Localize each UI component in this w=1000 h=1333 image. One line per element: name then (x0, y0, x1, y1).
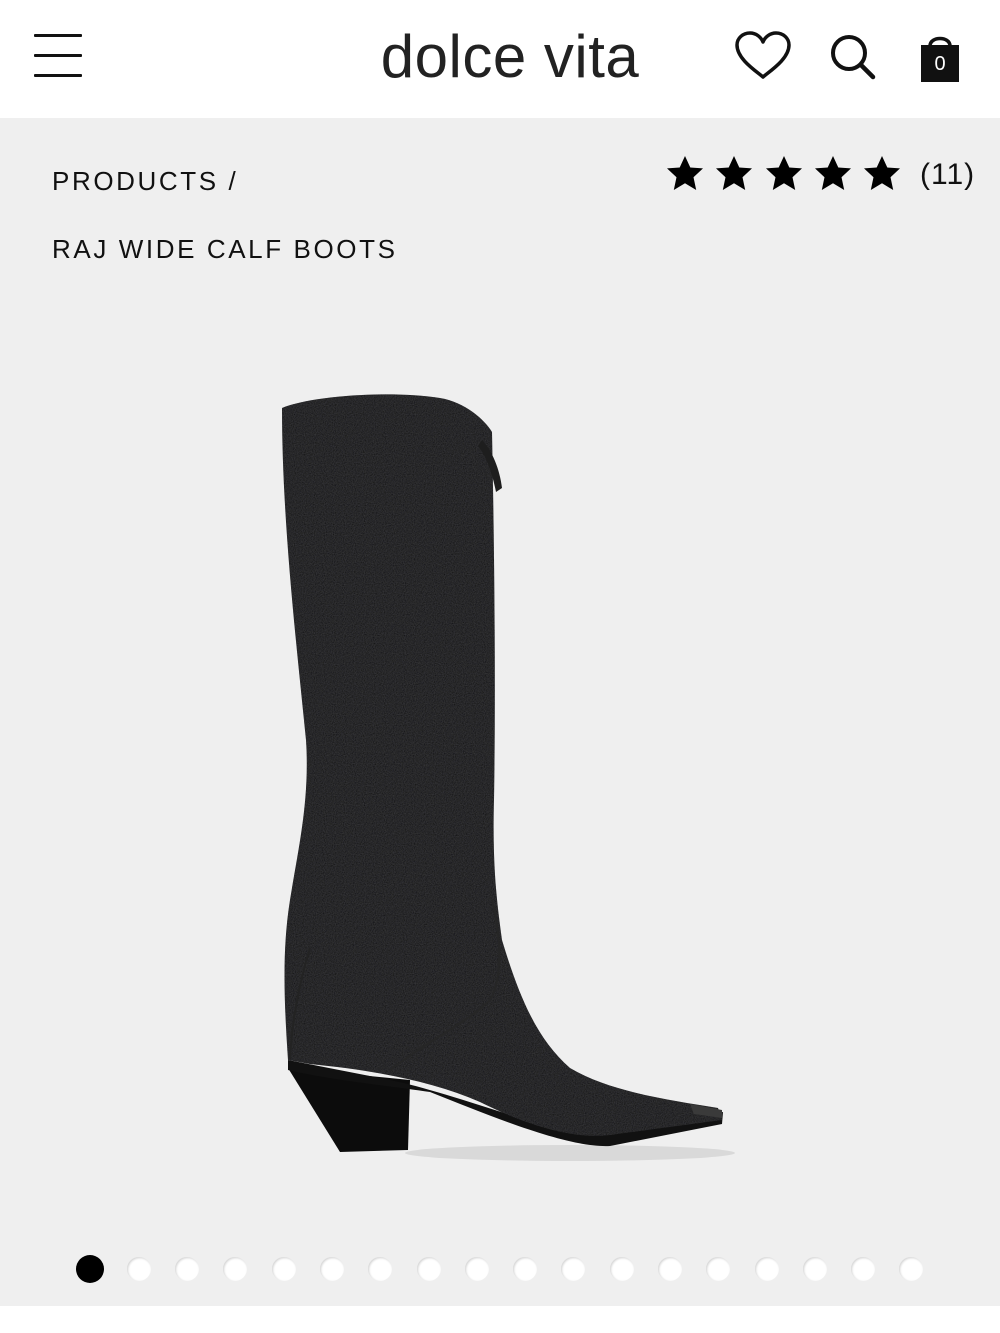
star-icon (667, 156, 703, 190)
boot-image[interactable] (270, 380, 740, 1180)
carousel-dot-13[interactable] (658, 1257, 682, 1281)
carousel-dot-4[interactable] (223, 1257, 247, 1281)
menu-icon[interactable] (34, 34, 82, 78)
carousel-dot-11[interactable] (561, 1257, 585, 1281)
carousel-dot-7[interactable] (368, 1257, 392, 1281)
heart-icon[interactable] (734, 30, 792, 82)
carousel-dot-12[interactable] (610, 1257, 634, 1281)
review-count[interactable]: (11) (920, 158, 975, 192)
carousel-dot-3[interactable] (175, 1257, 199, 1281)
star-icon (766, 156, 802, 190)
carousel-dot-8[interactable] (417, 1257, 441, 1281)
page-bottom-strip (0, 1306, 1000, 1333)
bag-count-badge: 0 (934, 53, 946, 75)
product-rating[interactable]: (11) (664, 152, 984, 198)
site-header: dolce vita 0 (0, 0, 1000, 118)
product-gallery[interactable]: PRODUCTS / RAJ WIDE CALF BOOTS (11) (0, 118, 1000, 1306)
product-title: RAJ WIDE CALF BOOTS (52, 234, 398, 264)
shopping-bag-icon[interactable]: 0 (918, 30, 962, 84)
search-icon[interactable] (828, 32, 878, 82)
carousel-dot-14[interactable] (706, 1257, 730, 1281)
carousel-dot-9[interactable] (465, 1257, 489, 1281)
carousel-dot-15[interactable] (755, 1257, 779, 1281)
carousel-dot-1[interactable] (76, 1255, 104, 1283)
star-icon (864, 156, 900, 190)
star-icon (815, 156, 851, 190)
breadcrumb[interactable]: PRODUCTS / (52, 166, 238, 197)
star-icon (716, 156, 752, 190)
image-carousel-dots (74, 1255, 934, 1286)
carousel-dot-6[interactable] (320, 1257, 344, 1281)
carousel-dot-17[interactable] (851, 1257, 875, 1281)
brand-logo[interactable]: dolce vita (340, 22, 680, 92)
carousel-dot-5[interactable] (272, 1257, 296, 1281)
carousel-dot-10[interactable] (513, 1257, 537, 1281)
carousel-dot-2[interactable] (127, 1257, 151, 1281)
carousel-dot-16[interactable] (803, 1257, 827, 1281)
star-rating (667, 156, 900, 190)
carousel-dot-18[interactable] (899, 1257, 923, 1281)
